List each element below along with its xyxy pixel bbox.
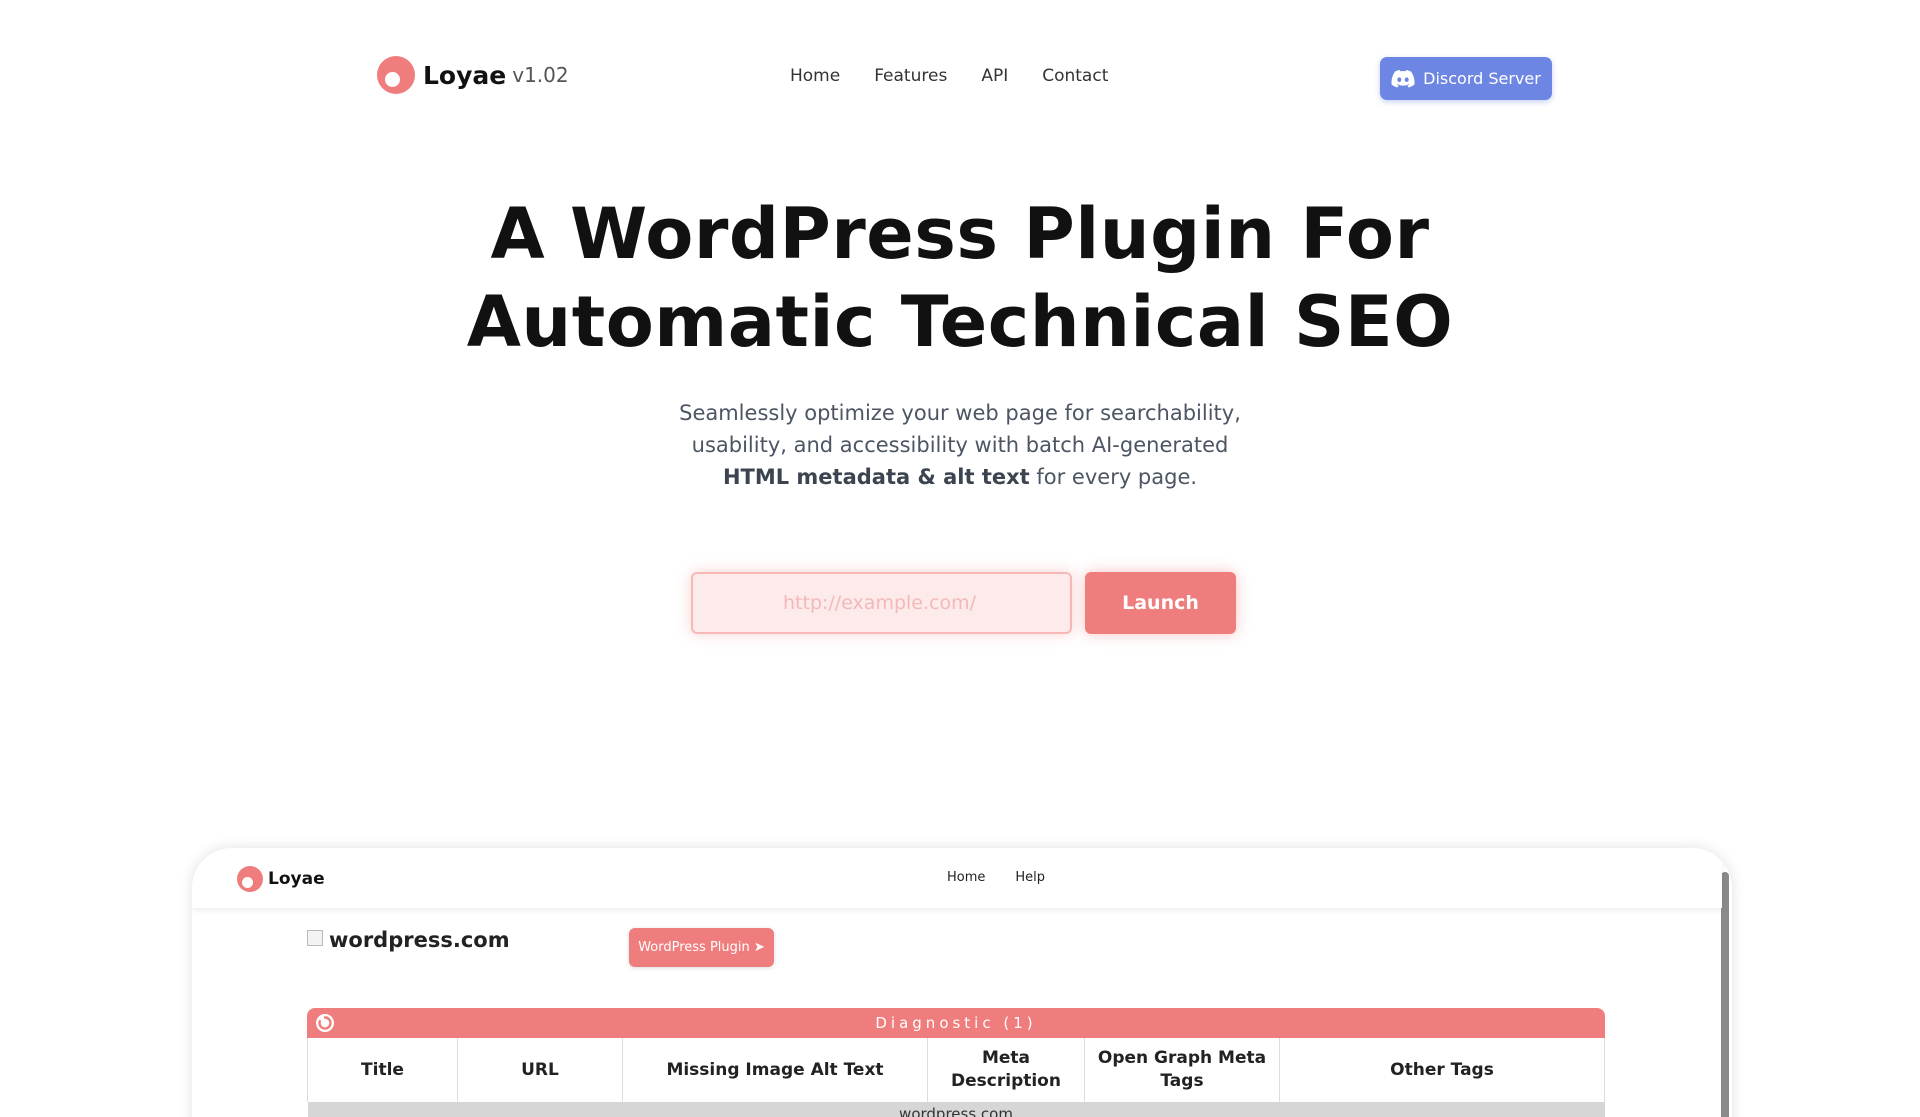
column-missing-alt: Missing Image Alt Text [622, 1038, 928, 1102]
table-group-row: wordpress.com [307, 1102, 1605, 1117]
brand-version: v1.02 [512, 63, 569, 87]
column-other-tags: Other Tags [1279, 1038, 1605, 1102]
logo-icon [377, 56, 415, 94]
diagnostic-bar: Diagnostic (1) [307, 1008, 1605, 1038]
group-row-label: wordpress.com [307, 1102, 1605, 1117]
nav-link-contact[interactable]: Contact [1042, 66, 1108, 86]
hero-title-line1: A WordPress Plugin For [490, 193, 1430, 275]
url-input[interactable] [691, 572, 1072, 634]
nav-link-home[interactable]: Home [790, 66, 840, 86]
launch-button[interactable]: Launch [1085, 572, 1236, 634]
app-preview: Loyae Home Help wordpress.com WordPress … [192, 848, 1732, 1117]
diagnostic-label: Diagnostic (1) [875, 1014, 1037, 1032]
preview-logo-icon [237, 866, 263, 892]
preview-nav-home[interactable]: Home [947, 870, 985, 885]
table-header-row: Title URL Missing Image Alt Text Meta De… [307, 1038, 1605, 1102]
top-nav: Loyae v1.02 Home Features API Contact Di… [0, 0, 1920, 150]
hero-subtitle-bold: HTML metadata & alt text [722, 465, 1030, 489]
column-open-graph: Open Graph Meta Tags [1084, 1038, 1280, 1102]
brand-name: Loyae [423, 60, 507, 90]
nav-link-features[interactable]: Features [874, 66, 947, 86]
hero-title-line2: Automatic Technical SEO [466, 281, 1454, 363]
preview-brand-name: Loyae [268, 869, 325, 889]
hero-title: A WordPress Plugin For Automatic Technic… [0, 190, 1920, 366]
discord-label: Discord Server [1423, 69, 1541, 88]
site-name: wordpress.com [329, 928, 510, 952]
hero-subtitle-part1: Seamlessly optimize your web page for se… [679, 401, 1241, 457]
nav-link-api[interactable]: API [981, 66, 1008, 86]
site-heading: wordpress.com [307, 928, 510, 952]
refresh-icon[interactable] [315, 1013, 335, 1033]
column-meta-description: Meta Description [927, 1038, 1085, 1102]
preview-header: Loyae Home Help [192, 848, 1722, 908]
nav-links: Home Features API Contact [790, 66, 1108, 86]
discord-icon [1391, 69, 1415, 87]
broken-image-icon [307, 930, 323, 946]
column-title: Title [307, 1038, 458, 1102]
preview-scrollbar[interactable] [1721, 872, 1729, 1117]
preview-brand[interactable]: Loyae [237, 866, 325, 892]
column-url: URL [457, 1038, 623, 1102]
hero-subtitle-part2: for every page. [1029, 465, 1198, 489]
preview-nav-help[interactable]: Help [1015, 870, 1045, 885]
discord-server-button[interactable]: Discord Server [1380, 57, 1552, 100]
wordpress-plugin-button[interactable]: WordPress Plugin ➤ [629, 928, 774, 967]
diagnostic-table: Title URL Missing Image Alt Text Meta De… [307, 1038, 1605, 1117]
hero-subtitle: Seamlessly optimize your web page for se… [660, 397, 1260, 493]
brand[interactable]: Loyae v1.02 [377, 56, 569, 94]
preview-nav-links: Home Help [947, 870, 1045, 885]
